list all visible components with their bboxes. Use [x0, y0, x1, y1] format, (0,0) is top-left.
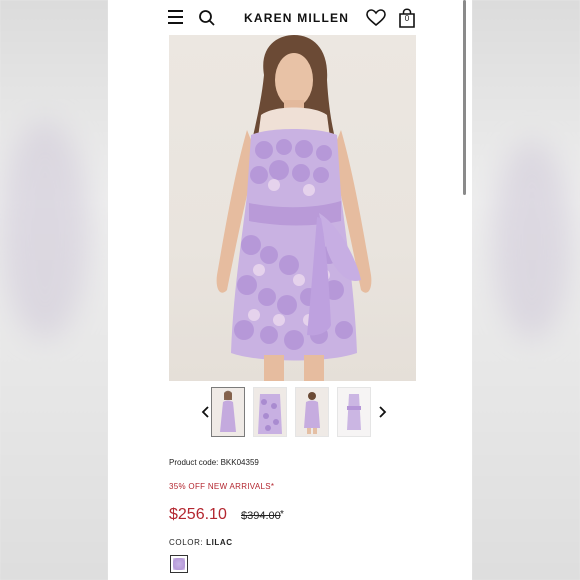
product-code: Product code: BKK04359: [169, 458, 259, 467]
chevron-right-icon[interactable]: [377, 405, 387, 419]
color-label: COLOR: LILAC: [169, 538, 233, 547]
search-icon[interactable]: [198, 9, 216, 27]
background-right: [472, 0, 580, 580]
thumbnail-detail[interactable]: [253, 387, 287, 437]
heart-icon[interactable]: [366, 9, 386, 27]
site-header: KAREN MILLEN 0: [108, 0, 472, 36]
color-label-text: COLOR:: [169, 538, 204, 547]
color-value: LILAC: [206, 538, 233, 547]
thumbnail-flat[interactable]: [337, 387, 371, 437]
original-price: $394.00: [241, 510, 281, 522]
product-page: KAREN MILLEN 0 Product code: BKK04359 35…: [108, 0, 472, 580]
brand-logo[interactable]: KAREN MILLEN: [244, 11, 349, 25]
product-main-image[interactable]: [169, 35, 416, 381]
background-left: [0, 0, 108, 580]
color-swatch-lilac[interactable]: [170, 555, 188, 573]
price-asterisk: *: [280, 509, 284, 520]
promo-text[interactable]: 35% OFF NEW ARRIVALS*: [169, 482, 274, 491]
bag-count: 0: [404, 14, 410, 23]
swatch-fill: [173, 558, 185, 570]
blur-shape: [0, 120, 90, 340]
thumbnail-front[interactable]: [211, 387, 245, 437]
hamburger-menu-icon[interactable]: [168, 10, 183, 24]
scrollbar[interactable]: [463, 0, 466, 195]
chevron-left-icon[interactable]: [201, 405, 211, 419]
blur-shape: [492, 140, 572, 340]
current-price: $256.10: [169, 506, 227, 523]
model-photo: [216, 35, 372, 381]
thumbnail-back[interactable]: [295, 387, 329, 437]
